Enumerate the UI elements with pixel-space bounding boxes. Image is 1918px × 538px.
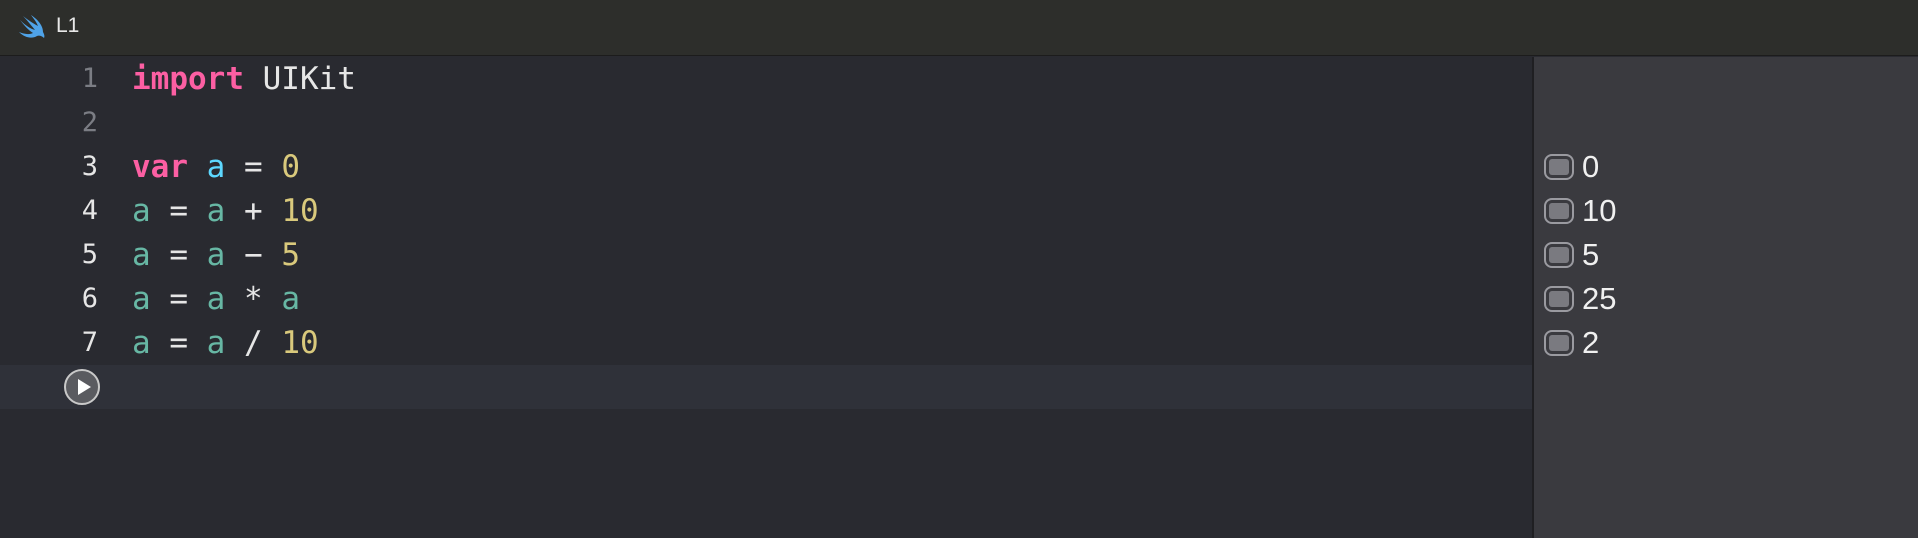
result-value: 10 [1582, 193, 1617, 228]
line-number: 3 [81, 151, 98, 182]
result-value: 2 [1582, 325, 1600, 360]
code-token: = [150, 237, 207, 273]
code-token: a [206, 149, 226, 185]
code-token: a [132, 237, 151, 273]
show-result-icon[interactable] [1544, 198, 1574, 224]
code-line[interactable]: 6 a = a * a [0, 277, 1532, 321]
code-token: / [225, 325, 282, 361]
playground-window: L1 1 import UIKit 2 3 var a = 04a = a + 10 5 a… [0, 0, 1918, 538]
result-value: 0 [1582, 149, 1600, 184]
code-editor[interactable]: 1 import UIKit 2 3 var a = 04a = a + 10 5 a = … [0, 57, 1532, 538]
code-text[interactable]: a = a + 10 [132, 189, 319, 233]
code-token: var [132, 149, 188, 185]
show-result-icon[interactable] [1544, 242, 1574, 268]
code-token: a [206, 237, 226, 273]
code-token: = [150, 325, 207, 361]
results-sidebar: 0 10 5 25 2 [1532, 57, 1918, 538]
result-item: 25 [1544, 277, 1616, 321]
code-token: a [132, 281, 151, 317]
code-token: a [206, 281, 226, 317]
code-token: − [225, 237, 282, 273]
line-number: 4 [81, 195, 98, 226]
code-line[interactable]: 4 a = a + 10 [0, 189, 1532, 233]
code-token: 0 [281, 149, 301, 185]
show-result-icon[interactable] [1544, 286, 1574, 312]
code-text[interactable]: a = a / 10 [132, 321, 319, 365]
play-icon[interactable] [64, 369, 100, 405]
line-number: 2 [81, 107, 98, 138]
code-token: a [281, 281, 301, 317]
code-token: = [150, 281, 207, 317]
code-token: a [206, 325, 226, 361]
code-token: a [132, 325, 151, 361]
code-line[interactable]: 1 import UIKit [0, 57, 1532, 101]
code-token: = [225, 149, 282, 185]
result-value: 25 [1582, 281, 1617, 316]
file-name[interactable]: L1 [56, 14, 79, 38]
result-value: 5 [1582, 237, 1600, 272]
show-result-icon[interactable] [1544, 154, 1574, 180]
code-token: import [132, 61, 244, 97]
line-number: 7 [81, 327, 98, 358]
result-item: 10 [1544, 189, 1616, 233]
code-token: a [132, 193, 151, 229]
code-line[interactable]: 7 a = a / 10 [0, 321, 1532, 365]
code-text[interactable]: a = a * a [132, 277, 300, 321]
code-token: 5 [281, 237, 301, 273]
current-line[interactable] [0, 365, 1532, 409]
result-item: 5 [1544, 233, 1599, 277]
line-number: 5 [81, 239, 98, 270]
code-line[interactable]: 3 var a = 0 [0, 145, 1532, 189]
code-text[interactable]: import UIKit [132, 57, 356, 101]
code-text[interactable]: a = a − 5 [132, 233, 300, 277]
line-number: 1 [81, 63, 98, 94]
code-token: 10 [281, 193, 319, 229]
result-item: 2 [1544, 321, 1599, 365]
result-item: 0 [1544, 145, 1599, 189]
code-token: 10 [281, 325, 319, 361]
code-token: * [225, 281, 282, 317]
code-text[interactable]: var a = 0 [132, 145, 300, 189]
show-result-icon[interactable] [1544, 330, 1574, 356]
code-token: + [225, 193, 282, 229]
line-number: 6 [81, 283, 98, 314]
code-line[interactable]: 5a = a − 5 [0, 233, 1532, 277]
jump-bar: L1 [0, 0, 1918, 56]
code-line[interactable]: 2 [0, 101, 1532, 145]
swift-icon [19, 15, 45, 38]
code-token: UIKit [243, 61, 356, 97]
code-token: = [150, 193, 207, 229]
code-token: a [206, 193, 226, 229]
